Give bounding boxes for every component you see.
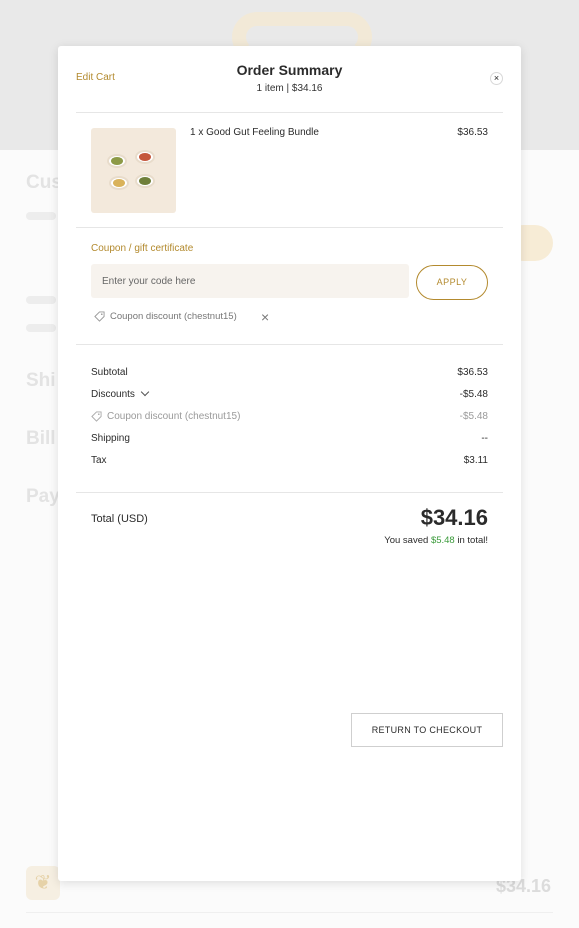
chevron-down-icon: [140, 387, 150, 397]
subtotal-value: $36.53: [457, 367, 488, 378]
savings-suffix: in total!: [454, 535, 488, 546]
bowl-image: [135, 174, 155, 188]
close-icon[interactable]: ×: [490, 72, 503, 85]
tag-icon: [94, 311, 105, 322]
shipping-value: --: [481, 433, 488, 444]
return-to-checkout-button[interactable]: RETURN TO CHECKOUT: [351, 713, 503, 747]
customer-section-heading: Cus: [26, 172, 62, 193]
modal-title: Order Summary: [236, 62, 343, 78]
tax-value: $3.11: [463, 455, 488, 466]
bowl-image: [107, 154, 127, 168]
divider: [76, 227, 503, 228]
leaf-icon: ❦: [26, 866, 60, 900]
savings-amount: $5.48: [430, 535, 455, 546]
background-placeholder: [26, 324, 56, 332]
divider: [76, 492, 503, 493]
discounts-value: -$5.48: [459, 389, 488, 400]
savings-prefix: You saved: [384, 535, 431, 546]
bowl-image: [109, 176, 129, 190]
background-placeholder: [26, 212, 56, 220]
apply-coupon-button[interactable]: APPLY: [416, 265, 488, 300]
coupon-discount-row: Coupon discount (chestnut15): [91, 411, 240, 422]
payment-section-heading: Pay: [26, 486, 60, 507]
applied-coupon: Coupon discount (chestnut15): [94, 311, 237, 322]
divider: [76, 344, 503, 345]
discounts-toggle[interactable]: Discounts: [91, 387, 150, 400]
divider: [76, 112, 503, 113]
item-name: 1 x Good Gut Feeling Bundle: [190, 127, 319, 138]
tax-label: Tax: [91, 455, 107, 466]
savings-message: You saved $5.48 in total!: [308, 535, 488, 546]
tag-icon: [91, 411, 102, 422]
shipping-section-heading: Shi: [26, 370, 56, 391]
total-label: Total (USD): [91, 513, 148, 525]
coupon-discount-value: -$5.48: [459, 411, 488, 422]
order-summary-modal: Edit Cart Order Summary 1 item | $34.16 …: [58, 46, 521, 881]
applied-coupon-label: Coupon discount (chestnut15): [110, 311, 237, 322]
coupon-label: Coupon / gift certificate: [91, 243, 194, 254]
item-price: $36.53: [457, 127, 488, 138]
discounts-label: Discounts: [91, 389, 135, 400]
total-value: $34.16: [420, 505, 488, 530]
subtotal-label: Subtotal: [91, 367, 128, 378]
bowl-image: [135, 150, 155, 164]
background-divider: [26, 912, 553, 913]
modal-subtitle: 1 item | $34.16: [256, 83, 323, 94]
product-thumbnail: [91, 128, 176, 213]
background-placeholder: [26, 296, 56, 304]
shipping-label: Shipping: [91, 433, 130, 444]
coupon-discount-label: Coupon discount (chestnut15): [107, 411, 241, 422]
remove-coupon-icon[interactable]: ×: [261, 310, 269, 324]
billing-section-heading: Bill: [26, 428, 56, 449]
coupon-code-input[interactable]: [91, 264, 409, 298]
